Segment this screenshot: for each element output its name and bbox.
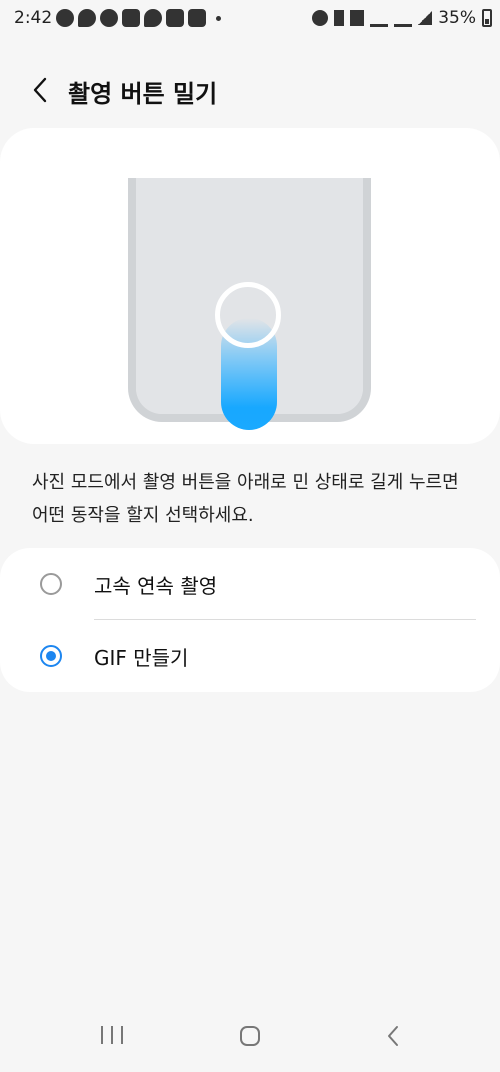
status-bar: 2:42 35%: [0, 0, 500, 38]
option-label: 고속 연속 촬영: [94, 573, 218, 598]
navigation-bar: [0, 1016, 500, 1072]
back-icon: [388, 1026, 398, 1046]
shutter-button-ring: [215, 282, 281, 348]
signal-icon: [418, 11, 433, 25]
status-time: 2:42: [14, 8, 53, 28]
bluetooth-icon: [334, 10, 345, 26]
recents-button[interactable]: [101, 1026, 123, 1046]
grid-icon: [122, 9, 140, 27]
description-text: 사진 모드에서 촬영 버튼을 아래로 민 상태로 길게 누르면 어떤 동작을 할…: [32, 472, 459, 526]
app-icon: [166, 9, 184, 27]
telegram-icon: [56, 9, 74, 27]
option-create-gif[interactable]: GIF 만들기: [0, 620, 500, 692]
home-button[interactable]: [240, 1026, 260, 1046]
grid-icon: [188, 9, 206, 27]
battery-icon: [482, 9, 492, 27]
option-burst-shot[interactable]: 고속 연속 촬영: [0, 548, 500, 620]
radio-button-checked[interactable]: [40, 645, 62, 667]
recents-icon-bar: [111, 1026, 113, 1044]
talk-icon: [78, 9, 96, 27]
nav-back-button[interactable]: [384, 1024, 404, 1048]
recents-icon-bar: [101, 1026, 103, 1044]
chevron-left-icon: [33, 77, 47, 103]
illustration-card: [0, 128, 500, 444]
mute-icon: [350, 10, 365, 26]
chat-icon: [144, 9, 162, 27]
option-label: GIF 만들기: [94, 645, 189, 670]
radio-button-unchecked[interactable]: [40, 573, 62, 595]
recents-icon-bar: [121, 1026, 123, 1044]
system-icons: 35%: [312, 8, 492, 28]
dot-icon: [216, 15, 221, 21]
options-card: 고속 연속 촬영 GIF 만들기: [0, 548, 500, 692]
hd-voice-icon: [370, 10, 389, 27]
alarm-icon: [312, 10, 329, 26]
app-header: 촬영 버튼 밀기: [0, 60, 500, 120]
back-button[interactable]: [24, 74, 56, 106]
pill-icon: [100, 9, 118, 27]
lte-icon: [394, 10, 413, 27]
notification-icons: [56, 9, 221, 27]
battery-percent: 35%: [438, 8, 476, 28]
page-title: 촬영 버튼 밀기: [68, 80, 218, 108]
